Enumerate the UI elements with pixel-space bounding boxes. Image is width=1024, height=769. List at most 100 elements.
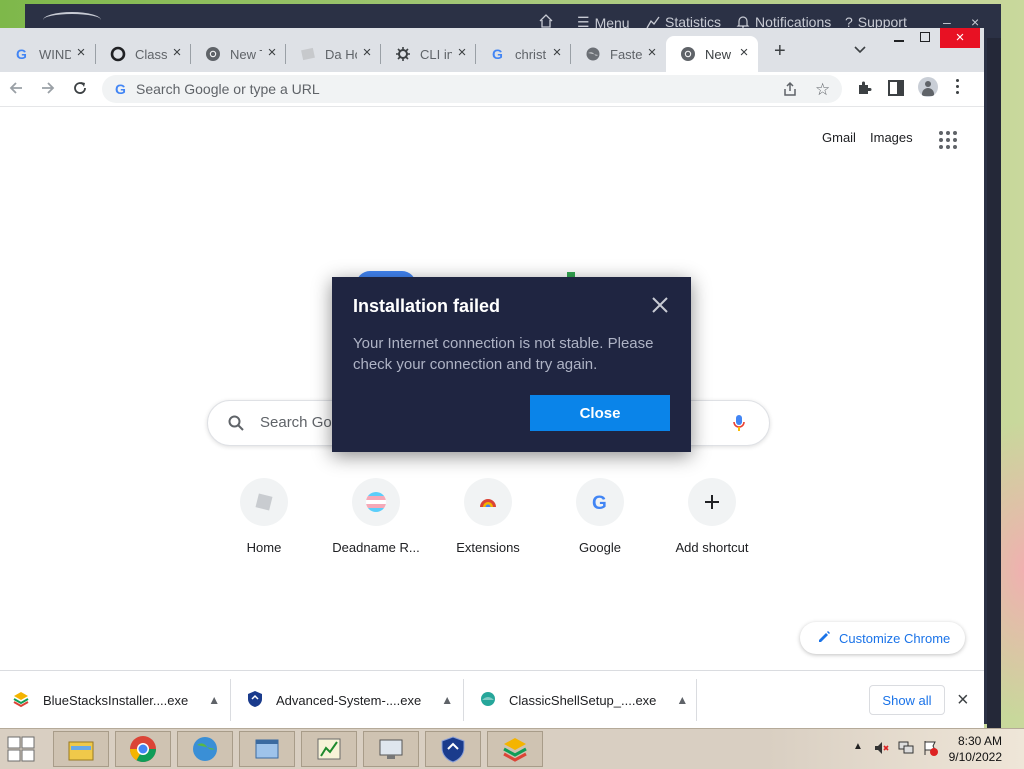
new-tab-button[interactable]: + [774, 40, 786, 63]
tab-close-icon[interactable]: × [264, 45, 280, 61]
shortcut-label: Google [579, 540, 621, 555]
tab-close-icon[interactable]: × [169, 45, 185, 61]
download-item[interactable]: BlueStacksInstaller....exe ▲ [12, 671, 220, 729]
extensions-icon[interactable] [856, 80, 872, 101]
taskbar-window[interactable] [239, 731, 295, 767]
tab[interactable]: Faste × [571, 36, 666, 72]
shortcut-tile[interactable]: Add shortcut [656, 478, 768, 555]
shell-icon [479, 690, 497, 711]
volume-muted-icon[interactable] [873, 740, 889, 761]
minimize-icon[interactable] [894, 40, 904, 42]
system-clock[interactable]: 8:30 AM 9/10/2022 [949, 733, 1002, 765]
tray-expand-icon[interactable]: ▲ [853, 741, 863, 752]
clock-time: 8:30 AM [957, 734, 1002, 748]
network-icon[interactable] [897, 740, 915, 761]
windows-logo-icon [7, 736, 35, 762]
chevron-up-icon[interactable]: ▲ [441, 693, 453, 707]
monitor-icon [379, 739, 403, 759]
close-button[interactable]: Close [530, 395, 670, 431]
taskbar-bluestacks[interactable] [487, 731, 543, 767]
taskbar-chart[interactable] [301, 731, 357, 767]
explorer-icon [68, 741, 94, 761]
chrome-icon [205, 46, 221, 62]
voice-search-mic-icon[interactable] [732, 414, 746, 437]
tab[interactable]: New T× [191, 36, 286, 72]
chrome-icon [680, 46, 696, 62]
tab-close-icon[interactable]: × [454, 45, 470, 61]
tab-close-icon[interactable]: × [644, 45, 660, 61]
omnibox[interactable]: G Search Google or type a URL ☆ [102, 75, 842, 103]
tab-search-chevron-icon[interactable] [853, 42, 867, 60]
download-filename: BlueStacksInstaller....exe [43, 692, 189, 708]
close-window-button[interactable]: × [940, 28, 980, 48]
google-g-icon: G [576, 478, 624, 526]
google-g-icon: G [490, 46, 506, 62]
chrome-rainbow-icon [464, 478, 512, 526]
shortcut-label: Add shortcut [675, 540, 749, 555]
chevron-up-icon[interactable]: ▲ [676, 693, 688, 707]
home-icon[interactable] [539, 14, 553, 28]
profile-avatar-icon[interactable] [918, 77, 938, 97]
taskbar-explorer[interactable] [53, 731, 109, 767]
chrome-icon [129, 736, 157, 763]
tab-title: CLI in [420, 46, 452, 62]
images-link[interactable]: Images [870, 130, 913, 145]
flag-warning-icon[interactable] [922, 740, 938, 761]
tab[interactable]: Classi × [96, 36, 191, 72]
globe-icon [193, 737, 217, 761]
show-all-button[interactable]: Show all [869, 685, 945, 715]
tab-title: Classi [135, 46, 167, 62]
customize-chrome-button[interactable]: Customize Chrome [800, 622, 965, 654]
tab-close-icon[interactable]: × [73, 45, 89, 61]
tab-close-icon[interactable]: × [549, 45, 565, 61]
pencil-icon [817, 630, 831, 647]
taskbar-monitor[interactable] [363, 731, 419, 767]
tab[interactable]: G WIND × [0, 36, 95, 72]
gmail-link[interactable]: Gmail [822, 130, 856, 145]
statistics-icon [646, 16, 660, 29]
close-downloads-icon[interactable]: × [957, 689, 969, 712]
tab[interactable]: Gchrist × [476, 36, 571, 72]
shortcut-tile[interactable]: Deadname R... [320, 478, 432, 555]
bluestacks-icon [12, 690, 32, 711]
taskbar-chrome[interactable] [115, 731, 171, 767]
start-button[interactable] [6, 735, 38, 768]
divider [463, 679, 464, 721]
reload-icon[interactable] [72, 80, 88, 101]
tab-close-icon[interactable]: × [359, 45, 375, 61]
image-icon [300, 46, 316, 62]
tab[interactable]: New × [666, 36, 758, 72]
tab-strip: GWIND×Classi×New T×Da Ho×CLI in×Gchrist×… [0, 28, 984, 72]
tab-close-icon[interactable]: × [736, 45, 752, 61]
svg-text:G: G [115, 81, 126, 97]
background-app-sidebar [987, 38, 1001, 728]
download-item[interactable]: Advanced-System-....exe ▲ [246, 671, 453, 729]
svg-text:G: G [492, 46, 503, 62]
chevron-up-icon[interactable]: ▲ [208, 693, 220, 707]
omnibox-placeholder: Search Google or type a URL [136, 81, 320, 97]
shortcut-tile[interactable]: Extensions [432, 478, 544, 555]
download-filename: ClassicShellSetup_....exe [509, 692, 657, 708]
close-icon[interactable] [651, 296, 669, 319]
shield-icon [246, 690, 264, 711]
tab[interactable]: Da Ho× [286, 36, 381, 72]
download-item[interactable]: ClassicShellSetup_....exe ▲ [479, 671, 688, 729]
back-icon[interactable] [8, 80, 24, 101]
forward-icon[interactable] [40, 80, 56, 101]
share-icon[interactable] [782, 81, 798, 102]
tab-title: Faste [610, 46, 642, 62]
tab-separator [380, 44, 381, 64]
bookmark-star-icon[interactable]: ☆ [815, 80, 830, 100]
svg-text:G: G [16, 46, 27, 62]
side-panel-icon[interactable] [888, 80, 904, 96]
google-apps-icon[interactable] [938, 130, 958, 150]
tab-separator [285, 44, 286, 64]
kebab-menu-icon[interactable] [956, 79, 960, 94]
shortcut-tile[interactable]: Home [208, 478, 320, 555]
shortcut-tile[interactable]: G Google [544, 478, 656, 555]
taskbar: ▲ 8:30 AM 9/10/2022 [0, 728, 1024, 769]
maximize-icon[interactable] [920, 32, 930, 42]
taskbar-globe[interactable] [177, 731, 233, 767]
taskbar-shield[interactable] [425, 731, 481, 767]
tab[interactable]: CLI in × [381, 36, 476, 72]
